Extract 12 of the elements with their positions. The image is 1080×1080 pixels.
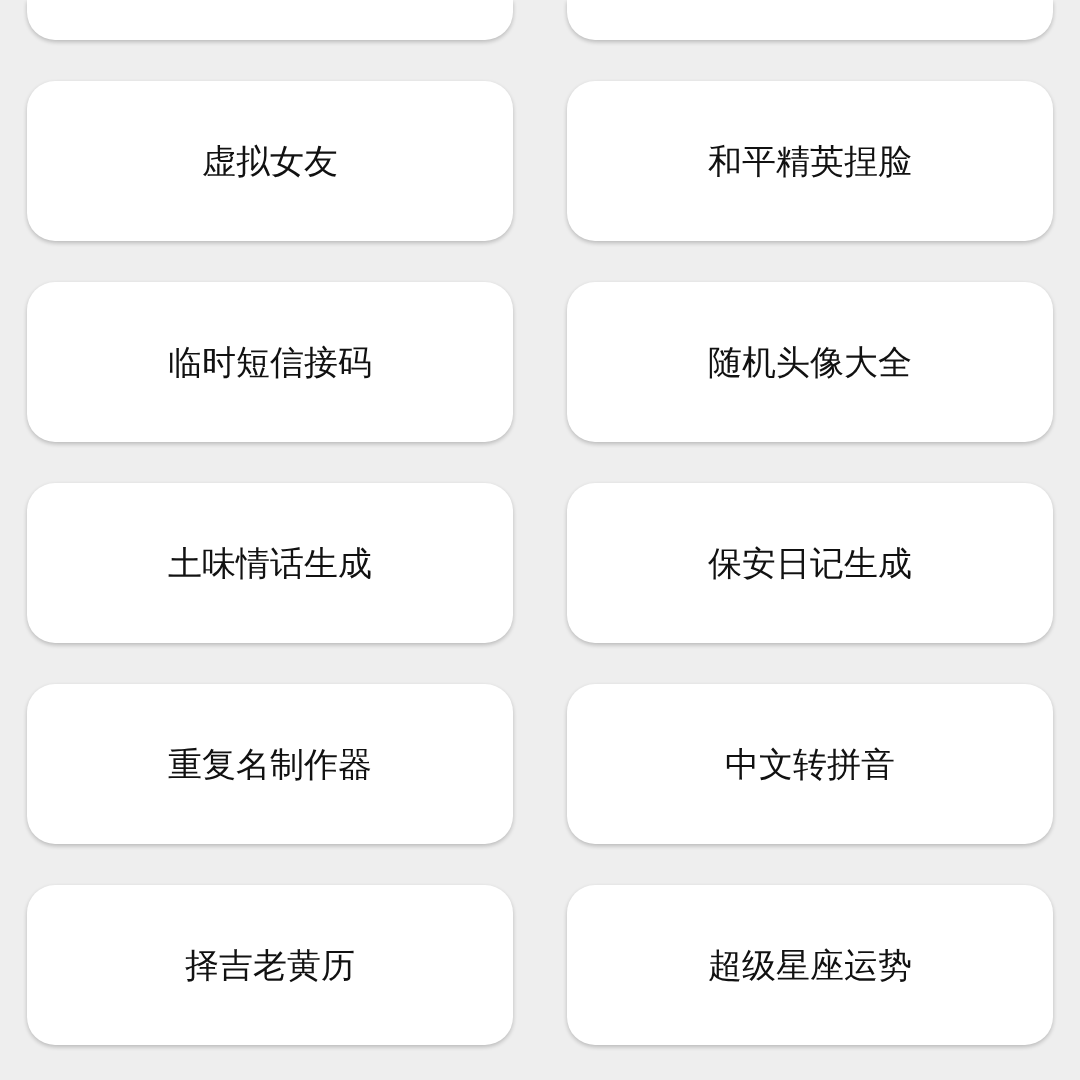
tool-card[interactable]: 土味情话生成 [27, 483, 513, 643]
tool-card[interactable]: 临时短信接码 [27, 282, 513, 442]
tool-card[interactable]: 择吉老黄历 [27, 885, 513, 1045]
tool-card[interactable]: 和平精英捏脸 [567, 81, 1053, 241]
tool-card[interactable]: 重复名制作器 [27, 684, 513, 844]
tool-card[interactable]: 中文转拼音 [567, 684, 1053, 844]
tool-card[interactable]: 保安日记生成 [567, 483, 1053, 643]
tool-card[interactable]: 随机头像大全 [567, 282, 1053, 442]
tool-card[interactable]: 超级星座运势 [567, 885, 1053, 1045]
tool-card[interactable]: 虚拟女友 [27, 81, 513, 241]
tool-card[interactable] [27, 0, 513, 40]
tool-card[interactable] [567, 0, 1053, 40]
